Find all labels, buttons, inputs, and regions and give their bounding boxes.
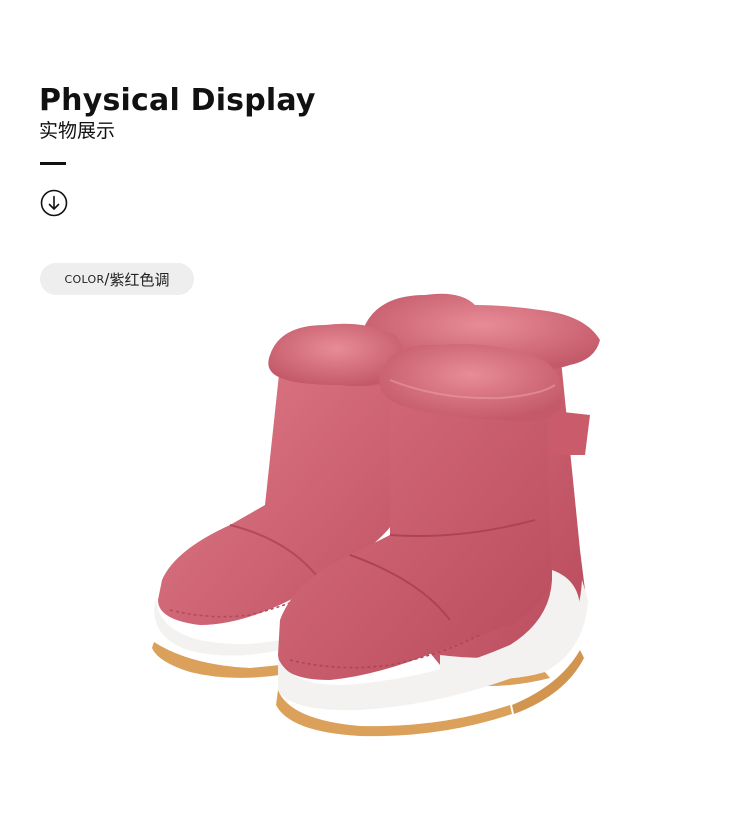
page-title: Physical Display bbox=[39, 83, 316, 118]
page-subtitle: 实物展示 bbox=[39, 120, 116, 142]
product-image bbox=[140, 280, 610, 760]
title-underline bbox=[40, 162, 66, 165]
arrow-down-circle-icon bbox=[40, 189, 68, 217]
scroll-down-button[interactable] bbox=[40, 189, 68, 217]
color-chip-key: COLOR bbox=[64, 272, 105, 286]
boots-illustration bbox=[152, 293, 600, 737]
